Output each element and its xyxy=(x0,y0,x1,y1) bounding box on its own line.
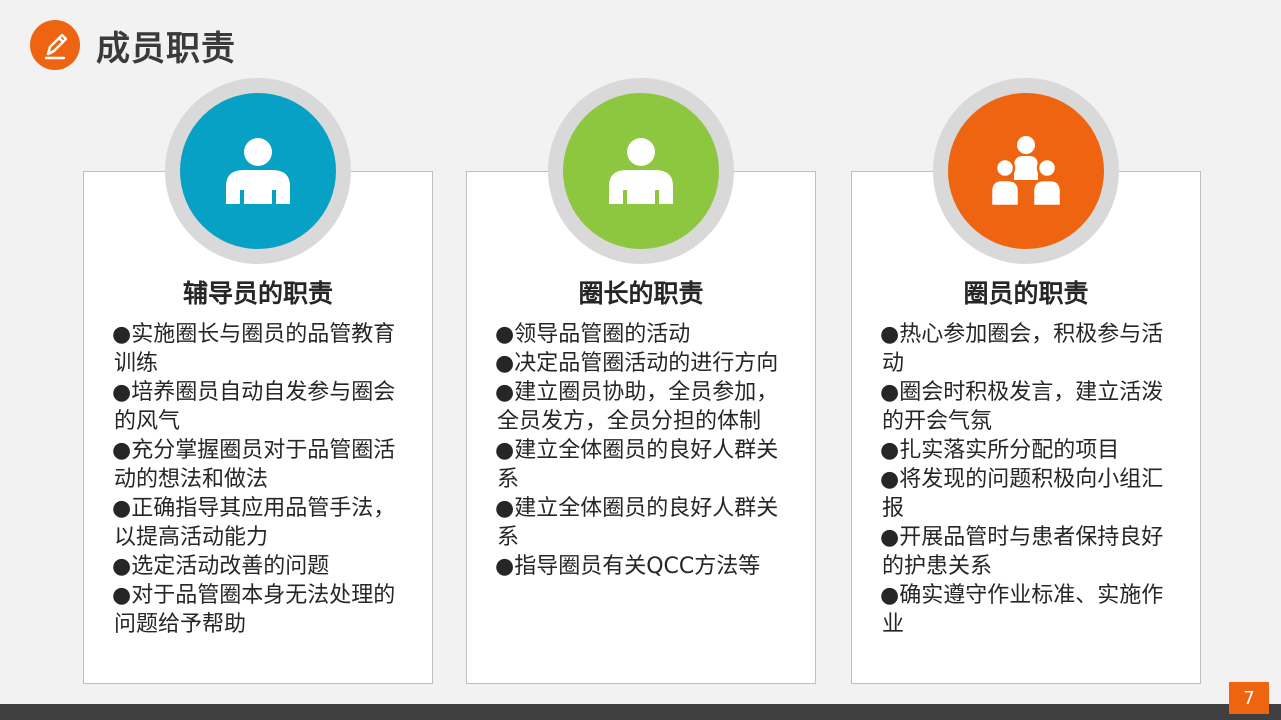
list-item: ●正确指导其应用品管手法，以提高活动能力 xyxy=(112,496,396,550)
list-item: ●实施圈长与圈员的品管教育训练 xyxy=(112,322,396,376)
person-icon xyxy=(563,93,719,249)
list-item: ●开展品管时与患者保持良好的护患关系 xyxy=(880,525,1164,579)
card-title: 圈员的职责 xyxy=(963,279,1089,308)
footer-bar xyxy=(0,704,1281,720)
list-item: ●热心参加圈会，积极参与活动 xyxy=(880,322,1164,376)
page-number: 7 xyxy=(1229,682,1269,714)
list-item: ●建立圈员协助，全员参加，全员发方，全员分担的体制 xyxy=(495,380,779,434)
counselor-avatar xyxy=(165,78,351,264)
list-item: ●充分掌握圈员对于品管圈活动的想法和做法 xyxy=(112,438,396,492)
list-item: ●指导圈员有关QCC方法等 xyxy=(495,554,761,579)
list-item: ●圈会时积极发言，建立活泼的开会气氛 xyxy=(880,380,1164,434)
member-avatar xyxy=(933,78,1119,264)
list-item: ●确实遵守作业标准、实施作业 xyxy=(880,583,1164,637)
page-title: 成员职责 xyxy=(96,28,236,69)
card-title: 圈长的职责 xyxy=(578,279,704,308)
duty-list: ●热心参加圈会，积极参与活动 ●圈会时积极发言，建立活泼的开会气氛 ●扎实落实所… xyxy=(880,320,1182,639)
list-item: ●培养圈员自动自发参与圈会的风气 xyxy=(112,380,396,434)
list-item: ●领导品管圈的活动 xyxy=(495,322,691,347)
list-item: ●对于品管圈本身无法处理的问题给予帮助 xyxy=(112,583,396,637)
duty-list: ●领导品管圈的活动 ●决定品管圈活动的进行方向 ●建立圈员协助，全员参加，全员发… xyxy=(495,320,797,581)
leader-avatar xyxy=(548,78,734,264)
list-item: ●选定活动改善的问题 xyxy=(112,554,330,579)
list-item: ●建立全体圈员的良好人群关系 xyxy=(495,438,779,492)
person-icon xyxy=(180,93,336,249)
list-item: ●建立全体圈员的良好人群关系 xyxy=(495,496,779,550)
pencil-icon xyxy=(30,20,80,70)
list-item: ●决定品管圈活动的进行方向 xyxy=(495,351,779,376)
group-icon xyxy=(948,93,1104,249)
slide-header: 成员职责 xyxy=(30,20,236,70)
list-item: ●将发现的问题积极向小组汇报 xyxy=(880,467,1164,521)
card-title: 辅导员的职责 xyxy=(182,279,333,308)
duty-list: ●实施圈长与圈员的品管教育训练 ●培养圈员自动自发参与圈会的风气 ●充分掌握圈员… xyxy=(112,320,414,639)
list-item: ●扎实落实所分配的项目 xyxy=(880,438,1120,463)
